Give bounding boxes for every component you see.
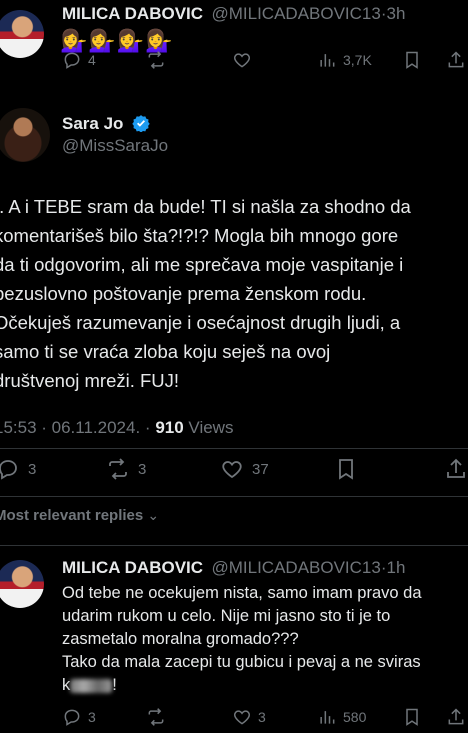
bookmark-button[interactable] xyxy=(402,50,422,70)
share-icon xyxy=(448,51,464,68)
reply-icon xyxy=(64,52,80,69)
heart-icon xyxy=(222,461,242,479)
text-line: udarim rukom u celo. Nije mi jasno sto t… xyxy=(62,607,391,625)
divider xyxy=(0,545,468,546)
avatar-milica[interactable] xyxy=(0,10,44,58)
reply-button[interactable]: 4 xyxy=(62,50,96,70)
repost-button[interactable]: 3 xyxy=(106,457,146,481)
main-timestamp: 15:53 · 06.11.2024. · 910 Views xyxy=(0,418,233,438)
views-icon xyxy=(320,711,335,724)
repost-icon xyxy=(148,51,164,69)
views-icon xyxy=(320,54,335,67)
author-name[interactable]: MILICA DABOVIC xyxy=(62,558,203,577)
share-button[interactable] xyxy=(446,50,466,70)
text-line: Očekuješ razumevanje i osećajnost drugih… xyxy=(0,312,401,333)
reply-header: MILICA DABOVIC @MILICADABOVIC13·1h xyxy=(62,558,405,578)
main-actions: 3 3 37 xyxy=(0,457,468,483)
reply-count: 3 xyxy=(88,709,96,725)
post-time[interactable]: 3h xyxy=(387,4,406,23)
author-name[interactable]: MILICA DABOVIC xyxy=(62,4,203,23)
text-line: komentarišeš bilo šta?!?!? Mogla bih mno… xyxy=(0,225,399,246)
repost-button[interactable] xyxy=(146,50,166,70)
reply-button[interactable]: 3 xyxy=(62,707,96,727)
author-name[interactable]: Sara Jo xyxy=(62,114,123,133)
reply-actions: 3 3 580 xyxy=(62,707,466,729)
bookmark-icon xyxy=(406,708,418,726)
share-button[interactable] xyxy=(446,707,466,727)
repost-count: 3 xyxy=(138,460,147,478)
reply-icon xyxy=(0,460,17,480)
text-line-censored: k! xyxy=(62,674,466,697)
sort-label: Most relevant replies xyxy=(0,507,144,524)
post-time[interactable]: 1h xyxy=(387,558,406,577)
repost-icon xyxy=(148,708,164,726)
text-line: da ti odgovorim, ali me sprečava moje va… xyxy=(0,254,404,275)
censored-prefix: k xyxy=(62,676,71,694)
divider xyxy=(0,448,468,449)
tweet1-header: MILICA DABOVIC @MILICADABOVIC13·3h xyxy=(62,4,405,24)
bookmark-icon xyxy=(406,51,418,69)
text-line: društvenoj mreži. FUJ! xyxy=(0,370,180,391)
text-line: .. A i TEBE sram da bude! TI si našla za… xyxy=(0,196,411,217)
views-button[interactable]: 580 xyxy=(317,707,366,727)
reply-count: 4 xyxy=(88,52,96,68)
like-button[interactable] xyxy=(232,50,252,70)
views-button[interactable]: 3,7K xyxy=(317,50,372,70)
like-button[interactable]: 3 xyxy=(232,707,266,727)
heart-icon xyxy=(233,53,251,68)
like-button[interactable]: 37 xyxy=(220,457,269,481)
bookmark-button[interactable] xyxy=(334,457,358,481)
reply-icon xyxy=(64,709,80,726)
censored-suffix: ! xyxy=(112,676,117,694)
divider xyxy=(0,496,468,497)
post-datetime[interactable]: 15:53 · 06.11.2024. · xyxy=(0,418,155,437)
author-handle[interactable]: @MILICADABOVIC13 xyxy=(211,4,380,23)
reply-button[interactable]: 3 xyxy=(0,457,36,481)
bookmark-icon xyxy=(339,459,353,480)
like-count: 3 xyxy=(258,709,266,725)
avatar-sara[interactable] xyxy=(0,108,50,162)
main-tweet-text: .. A i TEBE sram da bude! TI si našla za… xyxy=(0,192,468,395)
views-label: Views xyxy=(183,418,234,437)
text-line: Tako da mala zacepi tu gubicu i pevaj a … xyxy=(62,653,421,671)
share-icon xyxy=(448,708,464,725)
like-count: 37 xyxy=(252,460,269,478)
author-handle[interactable]: @MILICADABOVIC13 xyxy=(211,558,380,577)
blurred-word xyxy=(70,678,113,693)
views-count: 3,7K xyxy=(343,52,372,68)
share-button[interactable] xyxy=(444,457,468,481)
views-number: 910 xyxy=(155,418,184,437)
text-line: samo ti se vraća zloba koju seješ na ovo… xyxy=(0,341,331,362)
repost-icon xyxy=(109,458,127,480)
heart-icon xyxy=(233,710,251,725)
reply-text: Od tebe ne ocekujem nista, samo imam pra… xyxy=(62,582,466,697)
verified-badge-icon xyxy=(132,115,150,132)
main-author: Sara Jo @MissSaraJo xyxy=(62,114,168,156)
replies-sort-filter[interactable]: Most relevant replies ⌄ xyxy=(0,507,159,524)
reply-count: 3 xyxy=(28,460,37,478)
share-icon xyxy=(447,458,465,478)
repost-button[interactable] xyxy=(146,707,166,727)
avatar-milica[interactable] xyxy=(0,560,44,608)
text-line: zasmetalo moralna gromado??? xyxy=(62,630,299,648)
views-count: 580 xyxy=(343,709,367,725)
text-line: Od tebe ne ocekujem nista, samo imam pra… xyxy=(62,584,422,602)
chevron-down-icon: ⌄ xyxy=(147,507,160,523)
author-handle[interactable]: @MissSaraJo xyxy=(62,136,168,156)
text-line: bezuslovno poštovanje prema ženskom rodu… xyxy=(0,283,367,304)
bookmark-button[interactable] xyxy=(402,707,422,727)
